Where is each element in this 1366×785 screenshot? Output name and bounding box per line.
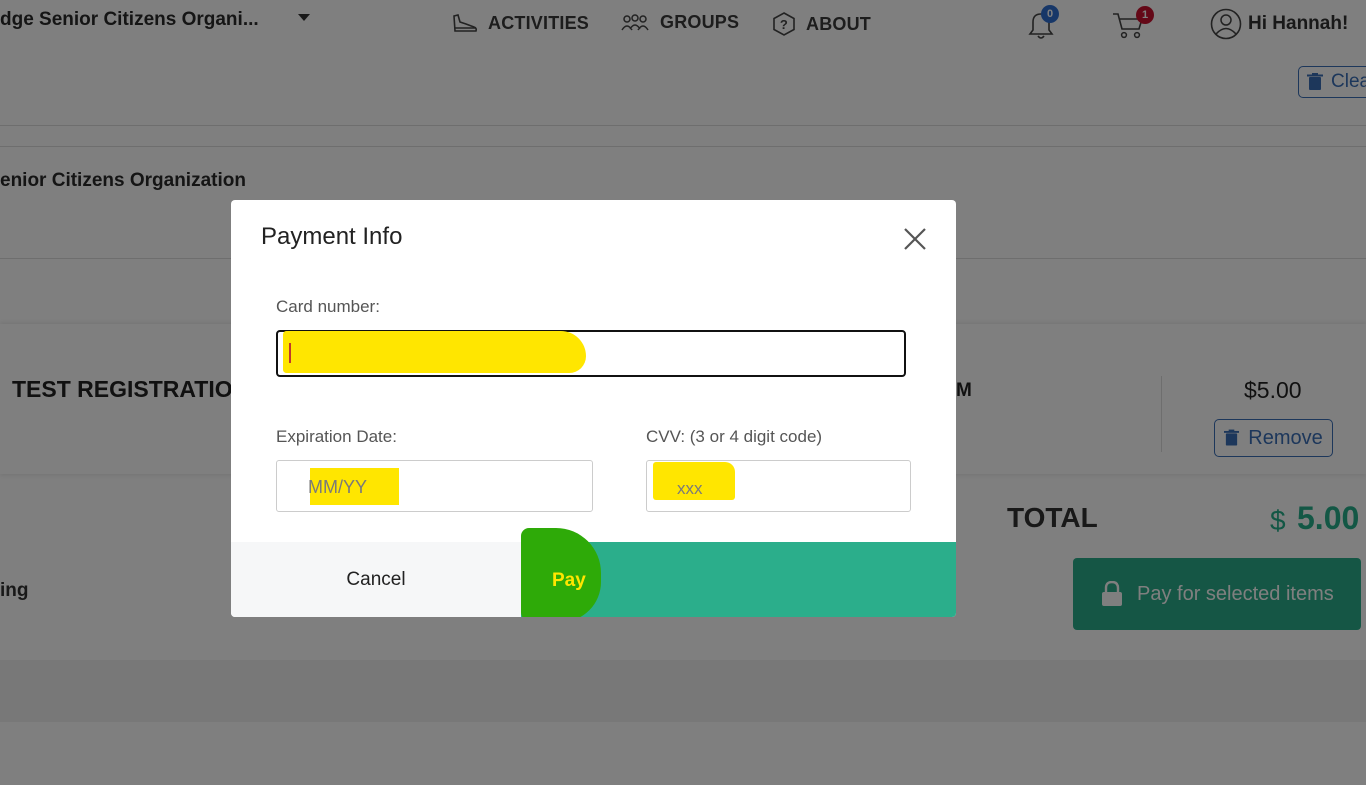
highlight-mark (283, 331, 586, 373)
modal-title: Payment Info (261, 223, 403, 250)
cvv-placeholder: xxx (677, 479, 703, 498)
pay-button-label[interactable]: Pay (552, 570, 586, 592)
text-cursor (289, 343, 291, 363)
close-button[interactable] (900, 224, 930, 254)
expiration-date-label: Expiration Date: (276, 427, 397, 446)
cancel-button[interactable]: Cancel (231, 542, 521, 617)
cvv-label: CVV: (3 or 4 digit code) (646, 427, 823, 446)
close-icon (904, 228, 926, 250)
card-number-label: Card number: (276, 297, 380, 316)
expiration-placeholder: MM/YY (308, 477, 368, 497)
payment-info-modal: Payment Info Card number: Expiration Dat… (231, 200, 956, 617)
